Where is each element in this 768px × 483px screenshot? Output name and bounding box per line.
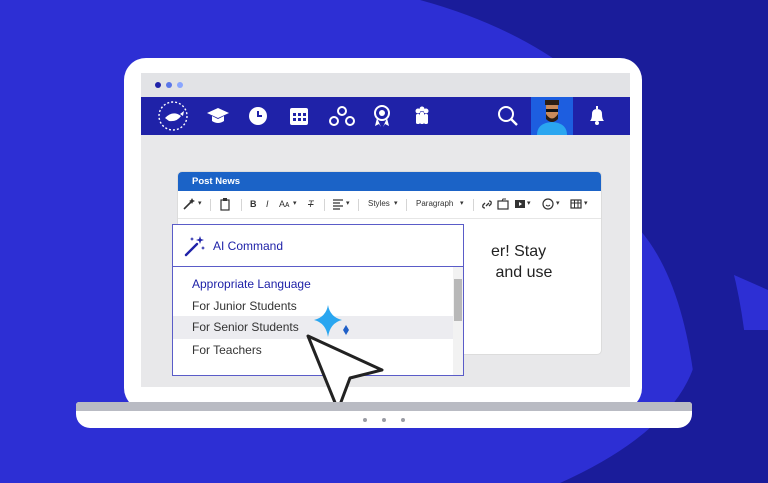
menu-section-appropriate-language: Appropriate Language	[192, 277, 311, 291]
media-icon[interactable]	[514, 197, 526, 211]
toolbar-divider	[241, 199, 242, 211]
font-size-button[interactable]: Aᴀ	[279, 197, 289, 211]
people-icon[interactable]	[409, 103, 435, 129]
chevron-down-icon[interactable]: ▾	[556, 197, 560, 211]
window-titlebar	[141, 73, 630, 97]
laptop-base-dot	[382, 418, 386, 422]
editor-toolbar: ▾ B I Aᴀ ▾ T ▾ Styles ▾ Paragraph ▾ ▾ ▾ …	[178, 191, 601, 219]
toolbar-divider	[324, 199, 325, 211]
clear-format-button[interactable]: T	[308, 197, 314, 211]
table-icon[interactable]	[570, 197, 582, 211]
laurel-whale-logo-icon[interactable]	[155, 100, 191, 132]
award-icon[interactable]	[369, 103, 395, 129]
scrollbar-thumb[interactable]	[454, 279, 462, 321]
ai-wand-icon[interactable]	[182, 197, 196, 211]
clock-icon[interactable]	[245, 103, 271, 129]
magic-wand-icon	[184, 236, 205, 257]
avatar[interactable]	[531, 97, 573, 135]
styles-dropdown[interactable]: Styles	[368, 197, 390, 211]
chevron-down-icon[interactable]: ▾	[527, 197, 531, 211]
search-icon[interactable]	[495, 103, 521, 129]
ai-command-title: AI Command	[213, 239, 284, 253]
window-dot-maximize[interactable]	[177, 82, 183, 88]
chevron-down-icon[interactable]: ▾	[293, 197, 297, 211]
window-dot-minimize[interactable]	[166, 82, 172, 88]
avatar-illustration	[531, 97, 573, 135]
chevron-down-icon[interactable]: ▾	[584, 197, 588, 211]
bell-icon[interactable]	[584, 103, 610, 129]
toolbar-divider	[406, 199, 407, 211]
top-navbar	[141, 97, 630, 135]
laptop-hinge	[76, 402, 692, 411]
laptop-base-dot	[401, 418, 405, 422]
chevron-down-icon[interactable]: ▾	[460, 197, 464, 211]
bold-button[interactable]: B	[250, 197, 257, 211]
card-title: Post News	[178, 172, 601, 191]
chevron-down-icon[interactable]: ▾	[346, 197, 350, 211]
window-dot-close[interactable]	[155, 82, 161, 88]
chevron-down-icon[interactable]: ▾	[198, 197, 202, 211]
toolbar-divider	[210, 199, 211, 211]
graduation-cap-icon[interactable]	[205, 103, 231, 129]
image-folder-icon[interactable]	[497, 197, 509, 211]
chevron-down-icon[interactable]: ▾	[394, 197, 398, 211]
italic-button[interactable]: I	[266, 197, 269, 211]
post-body-text[interactable]: er! Stay and use	[491, 241, 552, 283]
paste-icon[interactable]	[218, 197, 232, 211]
paragraph-dropdown[interactable]: Paragraph	[416, 197, 453, 211]
toolbar-divider	[473, 199, 474, 211]
emoji-icon[interactable]	[542, 197, 554, 211]
align-icon[interactable]	[332, 197, 344, 211]
network-icon[interactable]	[327, 103, 357, 129]
laptop-base-dot	[363, 418, 367, 422]
toolbar-divider	[358, 199, 359, 211]
calendar-icon[interactable]	[286, 103, 312, 129]
ai-command-header[interactable]: AI Command	[173, 225, 463, 267]
link-icon[interactable]	[481, 197, 493, 211]
